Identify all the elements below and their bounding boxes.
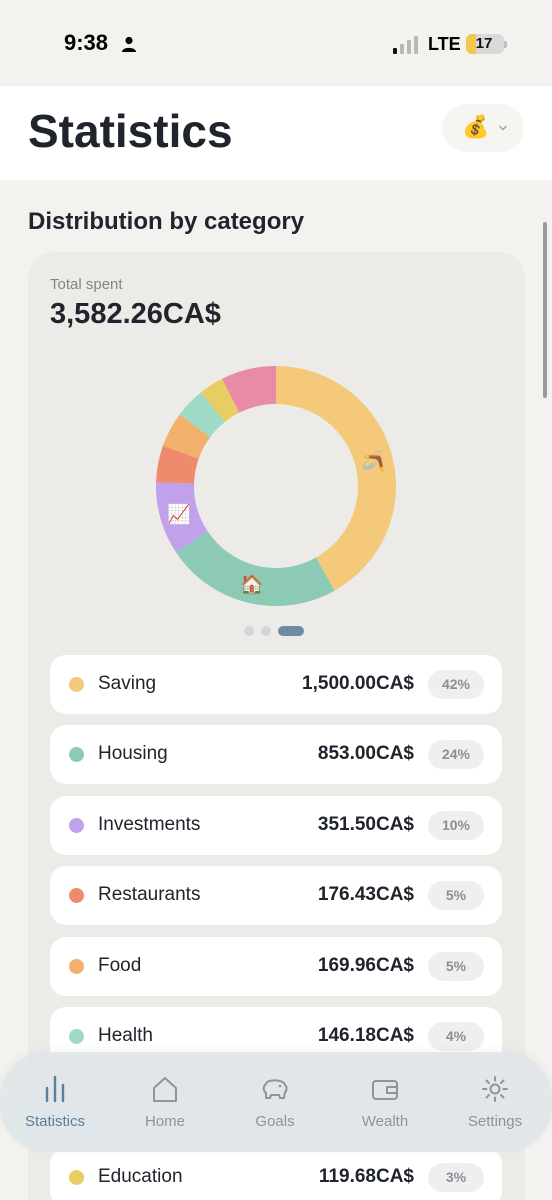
person-icon <box>122 36 136 52</box>
piggy-bank-icon <box>262 1079 288 1099</box>
category-row-restaurants[interactable]: Restaurants 176.43CA$ 5% <box>50 866 502 925</box>
tab-wealth[interactable]: Wealth <box>330 1052 440 1152</box>
category-color-dot <box>69 818 84 833</box>
category-color-dot <box>69 1029 84 1044</box>
category-amount: 1,500.00CA$ <box>302 673 414 694</box>
tab-label: Home <box>144 1113 185 1130</box>
network-type: LTE <box>428 34 461 54</box>
section-title: Distribution by category <box>28 208 305 235</box>
category-color-dot <box>69 888 84 903</box>
total-spent-label: Total spent <box>50 276 123 293</box>
tab-label: Statistics <box>24 1113 85 1130</box>
category-row-food[interactable]: Food 169.96CA$ 5% <box>50 937 502 996</box>
scrollbar[interactable] <box>543 222 547 398</box>
category-amount: 351.50CA$ <box>317 814 414 835</box>
page-dot[interactable] <box>244 626 254 636</box>
battery-level: 17 <box>475 35 493 52</box>
bar-chart-icon <box>45 1075 65 1103</box>
category-percent-badge: 5% <box>428 952 484 981</box>
battery-icon: 17 <box>466 34 504 54</box>
category-name: Saving <box>98 673 157 694</box>
donut-slice-saving[interactable] <box>276 366 397 591</box>
category-amount: 176.43CA$ <box>317 884 414 905</box>
category-amount: 119.68CA$ <box>318 1166 414 1187</box>
tab-label: Wealth <box>361 1113 409 1130</box>
wallet-icon <box>372 1080 398 1100</box>
category-color-dot <box>69 1170 84 1185</box>
category-percent-badge: 4% <box>428 1022 484 1051</box>
category-name: Health <box>98 1025 153 1046</box>
status-bar: 9:38 LTE 17 <box>0 0 552 86</box>
category-name: Education <box>98 1166 183 1187</box>
tab-settings[interactable]: Settings <box>440 1052 550 1152</box>
donut-slice-icon: 🏠 <box>240 574 264 596</box>
bottom-tab-bar: Statistics Home Goals Wealth Settings <box>0 1052 552 1152</box>
tab-home[interactable]: Home <box>110 1052 220 1152</box>
category-color-dot <box>69 677 84 692</box>
money-bag-icon: 💰 <box>462 115 490 140</box>
category-percent-badge: 3% <box>428 1163 484 1192</box>
page-title: Statistics <box>28 105 233 157</box>
category-row-education[interactable]: Education 119.68CA$ 3% <box>50 1148 502 1200</box>
category-percent-badge: 5% <box>428 881 484 910</box>
category-name: Housing <box>98 743 168 764</box>
category-row-investments[interactable]: Investments 351.50CA$ 10% <box>50 796 502 855</box>
category-amount: 146.18CA$ <box>317 1025 414 1046</box>
donut-slice-icon: 🪃 <box>359 449 386 472</box>
chevron-down-icon <box>499 125 507 131</box>
category-name: Food <box>98 955 142 976</box>
tab-statistics[interactable]: Statistics <box>0 1052 110 1152</box>
home-icon <box>153 1077 177 1102</box>
currency-selector-button[interactable]: 💰 <box>442 104 524 152</box>
category-color-dot <box>69 747 84 762</box>
total-spent-amount: 3,582.26CA$ <box>50 298 221 330</box>
signal-icon <box>393 36 418 54</box>
page-dot[interactable] <box>278 626 304 636</box>
tab-label: Settings <box>467 1113 523 1130</box>
category-row-saving[interactable]: Saving 1,500.00CA$ 42% <box>50 655 502 714</box>
category-amount: 853.00CA$ <box>317 743 414 764</box>
category-percent-badge: 24% <box>428 740 484 769</box>
gear-icon <box>482 1076 508 1102</box>
donut-slice-icon: 📈 <box>167 503 191 526</box>
page-dot[interactable] <box>261 626 271 636</box>
tab-goals[interactable]: Goals <box>220 1052 330 1152</box>
status-time: 9:38 <box>64 30 109 55</box>
category-amount: 169.96CA$ <box>317 955 414 976</box>
category-color-dot <box>69 959 84 974</box>
category-percent-badge: 10% <box>428 811 484 840</box>
category-row-housing[interactable]: Housing 853.00CA$ 24% <box>50 725 502 784</box>
category-percent-badge: 42% <box>428 670 484 699</box>
battery-cap <box>504 41 507 48</box>
category-donut-chart[interactable]: 🪃 🏠 📈 <box>148 358 404 614</box>
page-header: Statistics 💰 <box>0 86 552 180</box>
category-name: Investments <box>98 814 201 835</box>
chart-page-indicator[interactable] <box>244 626 308 636</box>
tab-label: Goals <box>255 1113 295 1130</box>
category-name: Restaurants <box>98 884 201 905</box>
